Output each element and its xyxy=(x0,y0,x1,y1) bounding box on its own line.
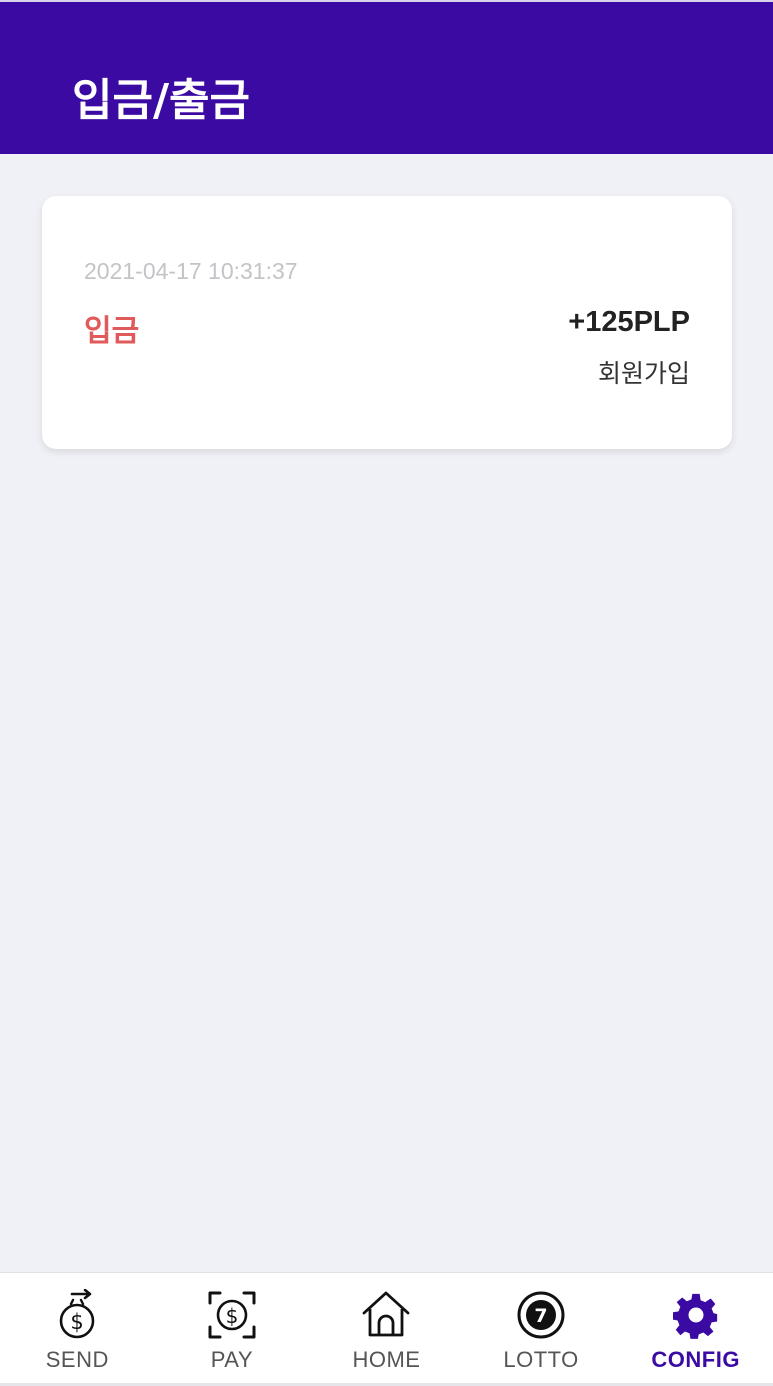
tab-home-label: HOME xyxy=(352,1347,421,1372)
tab-config[interactable]: CONFIG xyxy=(618,1273,773,1383)
transaction-card[interactable]: 2021-04-17 10:31:37 입금 +125PLP 회원가입 xyxy=(42,196,732,449)
gear-icon xyxy=(671,1289,721,1341)
app-header: 입금/출금 xyxy=(0,0,773,154)
transaction-type: 입금 xyxy=(84,314,140,349)
tab-send-label: SEND xyxy=(45,1347,109,1372)
tab-home[interactable]: HOME xyxy=(309,1273,464,1383)
svg-text:7: 7 xyxy=(534,1305,547,1327)
home-icon xyxy=(361,1289,411,1341)
tab-lotto-label: LOTTO xyxy=(503,1347,579,1372)
tab-pay-label: PAY xyxy=(210,1347,254,1372)
lotto-ball-icon: 7 xyxy=(516,1289,566,1341)
bottom-tab-bar: $ SEND $ PAY HOME 7 LOTTO CONFIG xyxy=(0,1272,773,1386)
pay-scan-icon: $ xyxy=(207,1289,257,1341)
tab-lotto[interactable]: 7 LOTTO xyxy=(464,1273,619,1383)
tab-send[interactable]: $ SEND xyxy=(0,1273,155,1383)
transaction-list: 2021-04-17 10:31:37 입금 +125PLP 회원가입 xyxy=(0,154,773,1272)
tab-config-label: CONFIG xyxy=(651,1347,740,1372)
send-dollar-icon: $ xyxy=(52,1289,102,1341)
page-title: 입금/출금 xyxy=(72,75,250,126)
transaction-description: 회원가입 xyxy=(597,359,690,388)
svg-text:$: $ xyxy=(226,1304,239,1328)
tab-pay[interactable]: $ PAY xyxy=(155,1273,310,1383)
svg-text:$: $ xyxy=(71,1310,84,1334)
transaction-amount: +125PLP xyxy=(568,306,690,338)
transaction-date: 2021-04-17 10:31:37 xyxy=(84,258,298,284)
